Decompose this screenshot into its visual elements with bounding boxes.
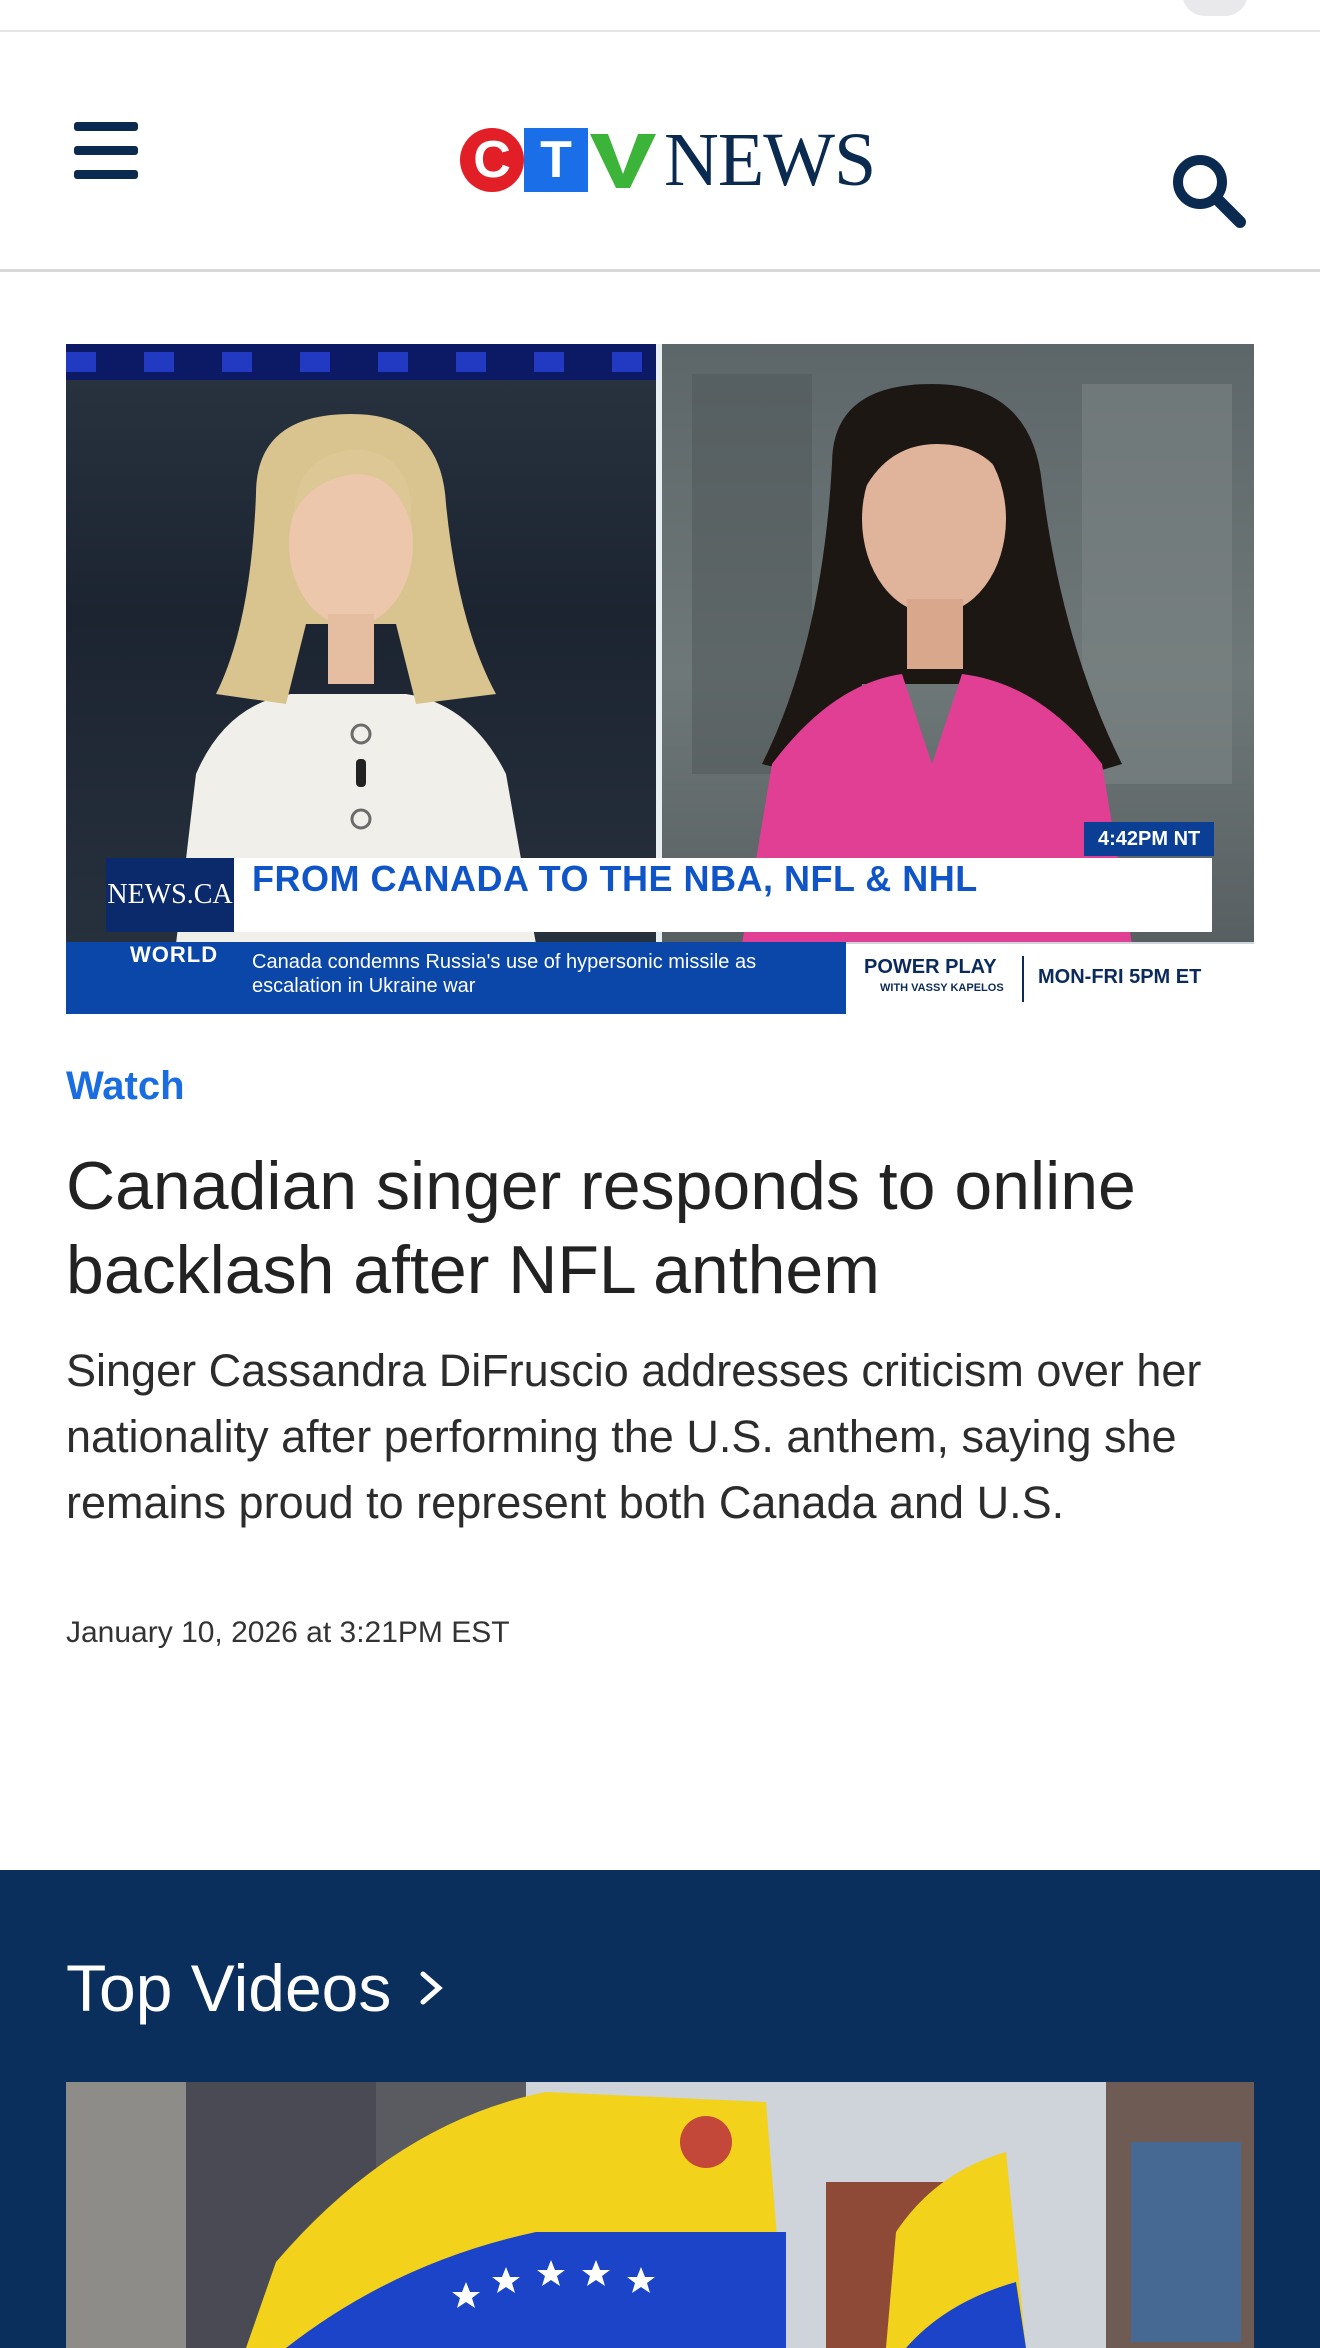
status-pill (1182, 0, 1248, 16)
top-strip (0, 0, 1320, 32)
logo-c: C (460, 128, 524, 192)
lower-third: NEWS.CA FROM CANADA TO THE NBA, NFL & NH… (106, 858, 1212, 932)
search-icon (1173, 155, 1246, 228)
top-video-thumbnail[interactable] (66, 2082, 1254, 2348)
hero-video-thumbnail[interactable]: 4:42PM NT NEWS.CA FROM CANADA TO THE NBA… (66, 344, 1254, 1014)
lower-third-brand: NEWS.CA (106, 858, 234, 932)
lower-third-headline: FROM CANADA TO THE NBA, NFL & NHL (252, 858, 978, 899)
search-button[interactable] (1170, 152, 1250, 232)
hamburger-menu-icon (74, 122, 138, 131)
article-headline[interactable]: Canadian singer responds to online backl… (66, 1144, 1266, 1312)
promo-schedule: MON-FRI 5PM ET (1038, 966, 1202, 988)
article-summary: Singer Cassandra DiFruscio addresses cri… (66, 1345, 1202, 1528)
news-anchor-figure (176, 414, 536, 944)
show-promo: POWER PLAY WITH VASSY KAPELOS MON-FRI 5P… (846, 942, 1254, 1014)
logo-t: T (524, 128, 588, 192)
article-timestamp: January 10, 2026 at 3:21PM EST (66, 1616, 510, 1649)
video-thumbnail-image (66, 2082, 1254, 2348)
top-videos-link[interactable]: Top Videos (66, 1950, 449, 2026)
anchor-panel (66, 344, 656, 944)
logo-v (588, 128, 658, 192)
promo-show: POWER PLAY (864, 956, 997, 978)
chevron-right-icon (420, 1971, 444, 2005)
time-tag: 4:42PM NT (1084, 822, 1215, 856)
ctv-news-logo[interactable]: C T NEWS (460, 118, 876, 202)
ticker-text: Canada condemns Russia's use of hyperson… (252, 951, 757, 997)
site-header: C T NEWS (0, 34, 1320, 272)
top-videos-title: Top Videos (66, 1951, 392, 2025)
menu-button[interactable] (74, 122, 140, 180)
top-videos-section: Top Videos (0, 1870, 1320, 2348)
logo-wordmark: NEWS (664, 118, 876, 202)
news-ticker: WORLD Canada condemns Russia's use of hy… (66, 942, 846, 1014)
article-kicker-link[interactable]: Watch (66, 1064, 185, 1109)
ticker-category: WORLD (130, 942, 219, 967)
promo-host: WITH VASSY KAPELOS (880, 982, 1004, 994)
